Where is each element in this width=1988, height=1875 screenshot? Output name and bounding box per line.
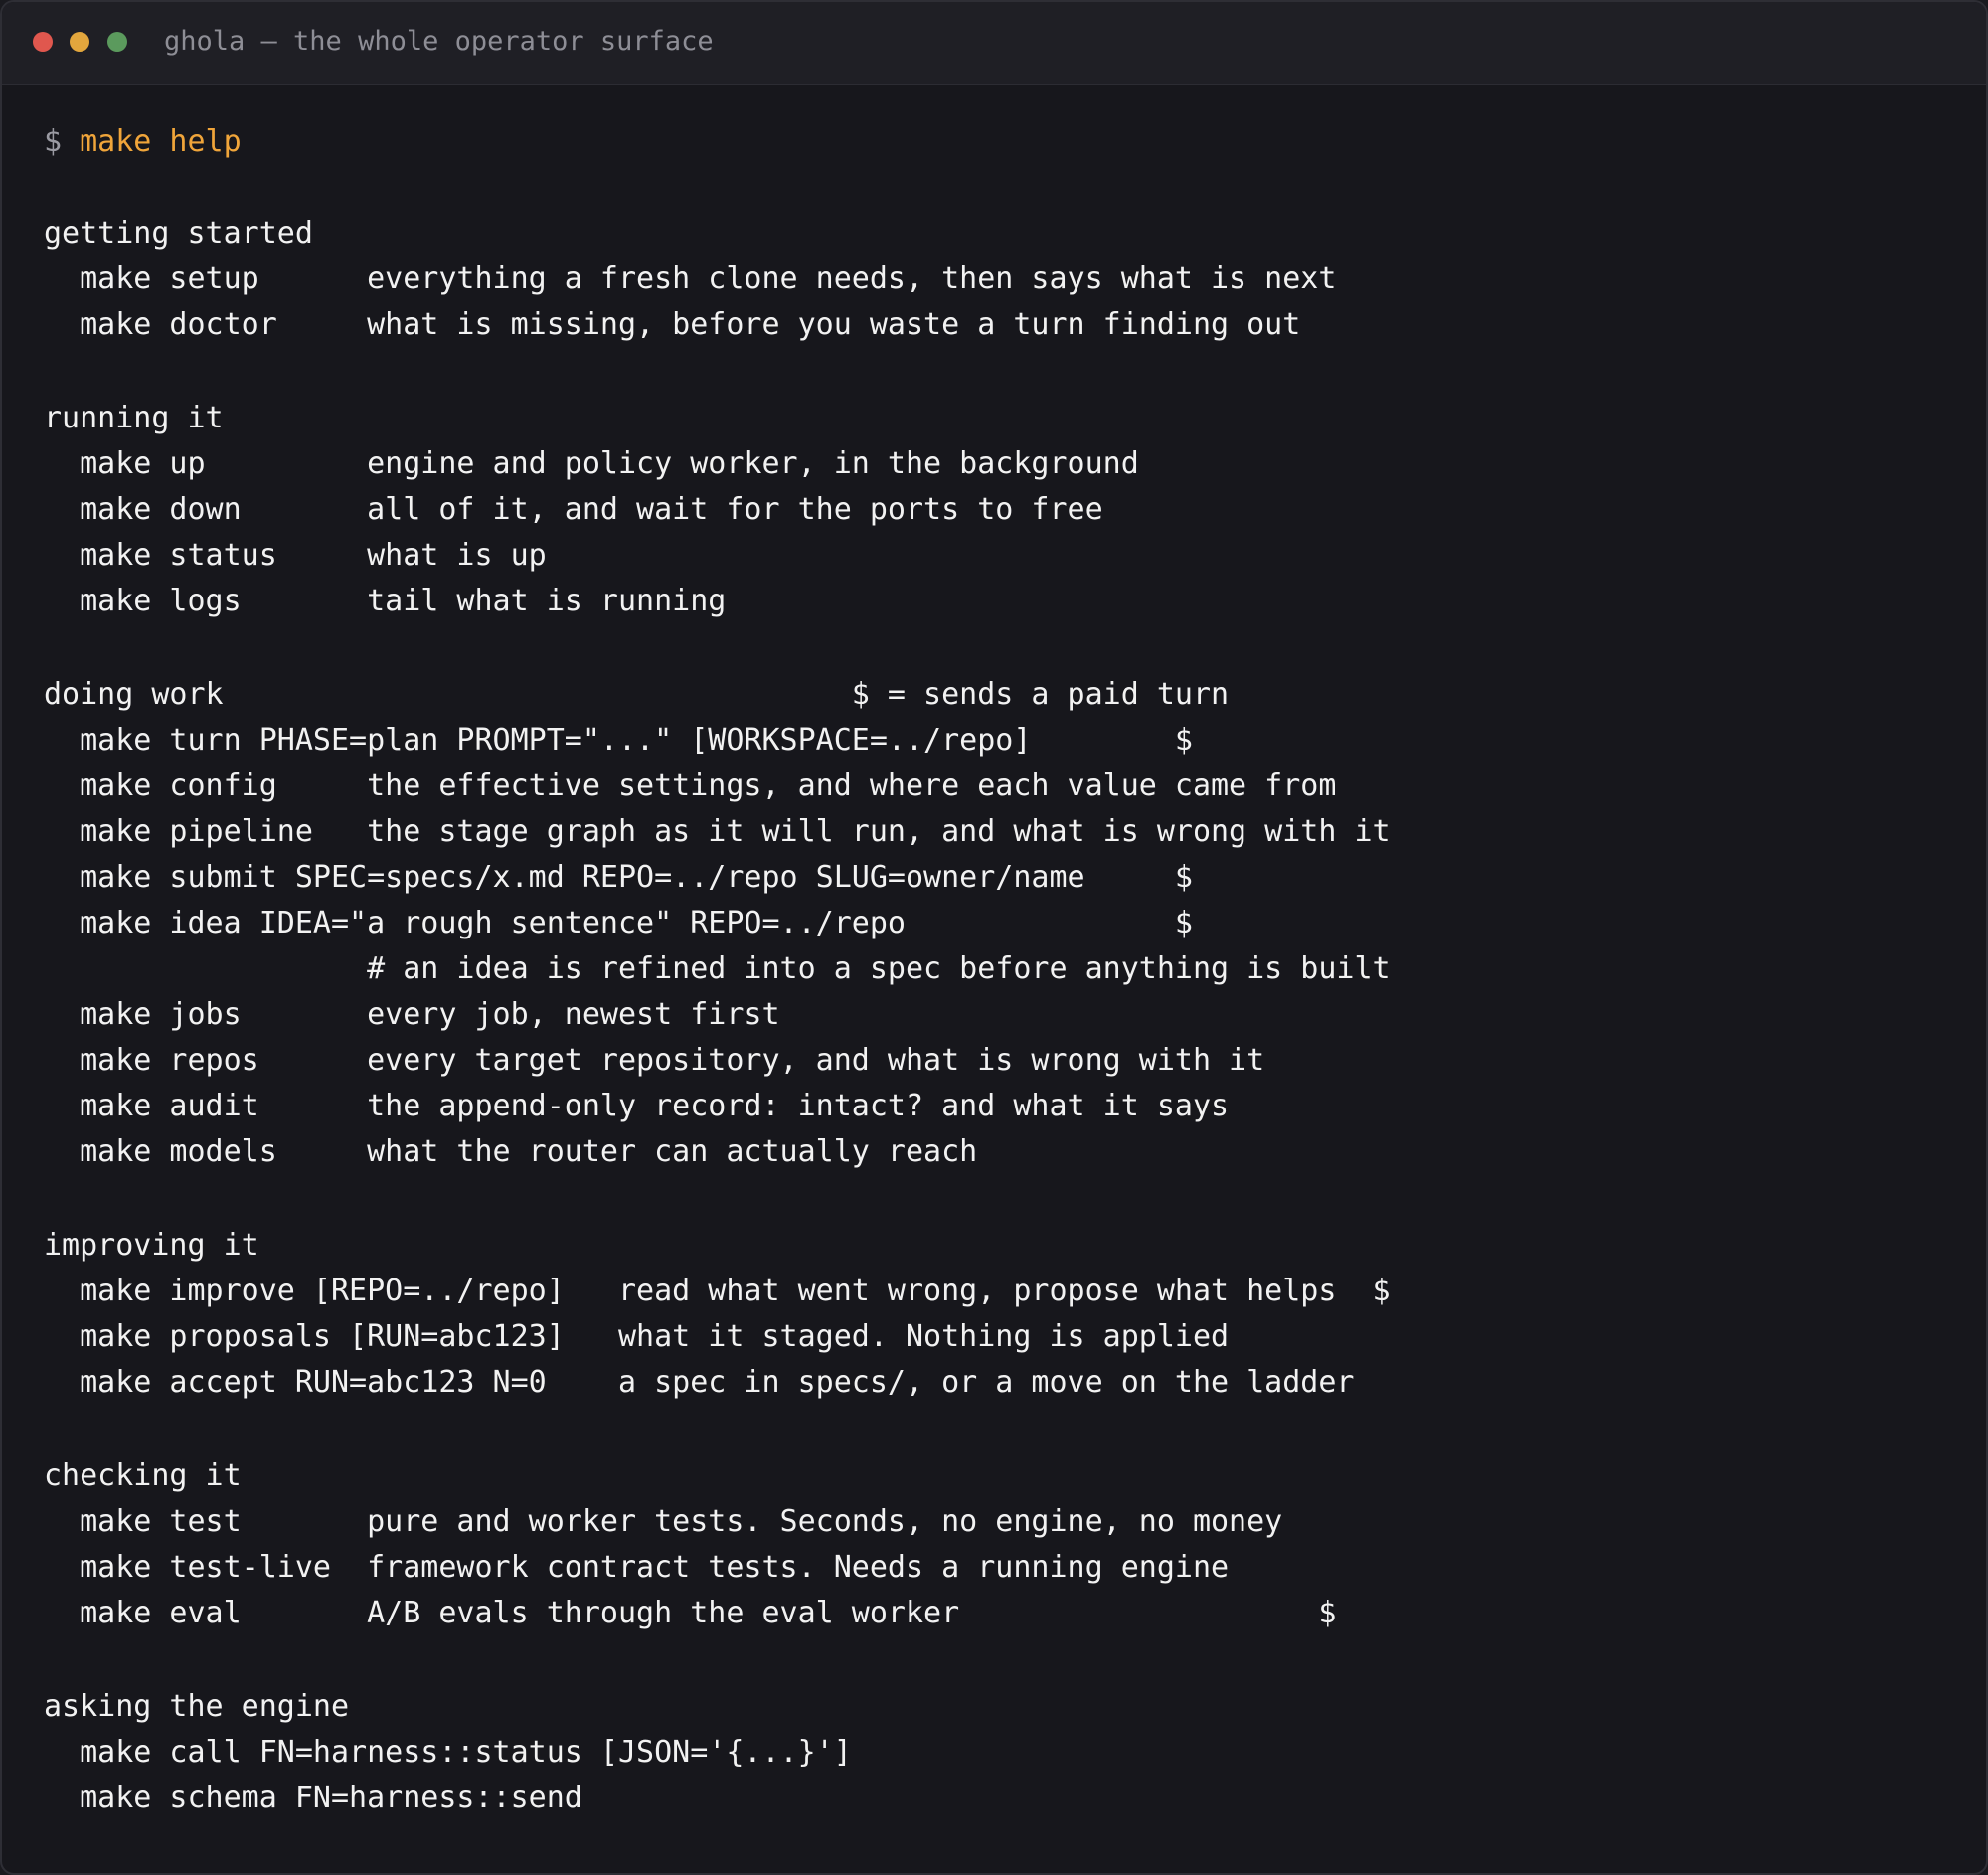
command-line: make test-live framework contract tests.… [44,1550,1230,1585]
command-line: make pipeline the stage graph as it will… [44,814,1391,849]
command-line: make jobs every job, newest first [44,997,780,1032]
section-heading: improving it [44,1228,259,1263]
title-bar: ghola — the whole operator surface [2,2,1986,85]
command-line: make models what the router can actually… [44,1134,978,1169]
zoom-window-button[interactable] [107,32,127,52]
window-title: ghola — the whole operator surface [164,26,714,57]
command-line: make proposals [RUN=abc123] what it stag… [44,1319,1230,1354]
command-line: make logs tail what is running [44,584,727,618]
command-line: make doctor what is missing, before you … [44,307,1301,342]
command-line: make improve [REPO=../repo] read what we… [44,1274,1391,1308]
command-line: make submit SPEC=specs/x.md REPO=../repo… [44,860,1193,895]
command-line: make repos every target repository, and … [44,1043,1265,1078]
command-line: make idea IDEA="a rough sentence" REPO=.… [44,906,1193,940]
command-line: make status what is up [44,538,547,573]
command-line: make setup everything a fresh clone need… [44,261,1337,296]
section-heading: checking it [44,1458,242,1493]
close-window-button[interactable] [33,32,53,52]
prompt-command: make help [80,124,242,159]
command-line: make eval A/B evals through the eval wor… [44,1596,1337,1630]
prompt-line: $ make help [44,119,242,165]
command-line: make down all of it, and wait for the po… [44,492,1103,527]
section-heading: getting started [44,216,313,251]
minimize-window-button[interactable] [70,32,89,52]
command-line: make test pure and worker tests. Seconds… [44,1504,1283,1539]
section-heading: doing work $ = sends a paid turn [44,677,1230,712]
command-line: make call FN=harness::status [JSON='{...… [44,1735,852,1770]
terminal-window: ghola — the whole operator surface $ mak… [0,0,1988,1875]
command-line: make config the effective settings, and … [44,768,1337,803]
prompt-symbol: $ [44,124,81,159]
command-line: make audit the append-only record: intac… [44,1089,1230,1123]
comment-line: # an idea is refined into a spec before … [44,951,1391,986]
command-line: make turn PHASE=plan PROMPT="..." [WORKS… [44,723,1193,758]
command-line: make accept RUN=abc123 N=0 a spec in spe… [44,1365,1355,1400]
command-line: make schema FN=harness::send [44,1781,582,1815]
section-heading: running it [44,401,224,435]
command-line: make up engine and policy worker, in the… [44,446,1139,481]
section-heading: asking the engine [44,1689,350,1724]
